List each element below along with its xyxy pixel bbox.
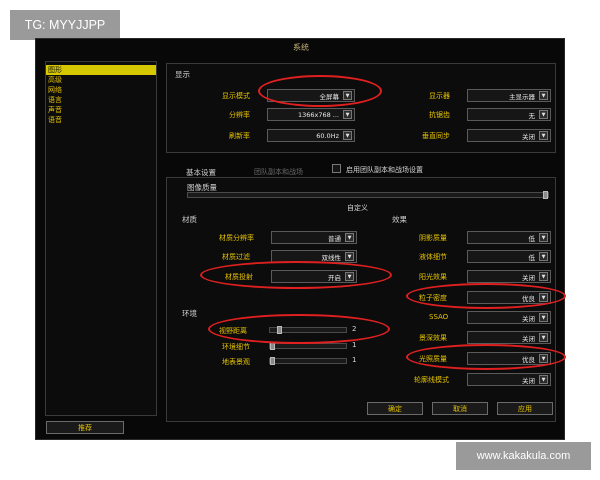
antialiasing-dropdown[interactable]: 无 ▼ [467,108,551,121]
depth-effect-dropdown[interactable]: 关闭 ▼ [467,331,551,344]
vsync-label: 垂直同步 [422,132,450,140]
texture-resolution-label: 材质分辨率 [219,234,254,242]
sidebar-item-language[interactable]: 语言 [46,95,156,105]
chevron-down-icon: ▼ [539,272,548,281]
highlight-ring-particle-density [406,283,566,309]
refresh-rate-label: 刷新率 [229,132,250,140]
antialiasing-value: 无 [528,111,536,120]
window-title: 系统 [293,42,309,52]
chevron-down-icon: ▼ [539,333,548,342]
ground-clutter-label: 地表景观 [222,358,250,366]
environment-detail-label: 环境细节 [222,343,250,351]
texture-filter-value: 双线性 [321,253,342,262]
liquid-detail-label: 液体细节 [419,253,447,261]
outline-mode-value: 关闭 [522,376,535,385]
sidebar-item-voice[interactable]: 语音 [46,115,156,125]
texture-filter-label: 材质过滤 [222,253,250,261]
chevron-down-icon: ▼ [539,131,548,140]
chevron-down-icon: ▼ [345,252,354,261]
ssao-label: SSAO [429,313,449,321]
vsync-value: 关闭 [522,132,535,141]
texture-resolution-dropdown[interactable]: 普通 ▼ [271,231,357,244]
effects-header: 效果 [392,215,407,224]
ssao-dropdown[interactable]: 关闭 ▼ [467,311,551,324]
image-quality-slider-handle[interactable] [543,191,548,199]
watermark-top: TG: MYYJJPP [10,10,120,40]
chevron-down-icon: ▼ [539,110,548,119]
ground-clutter-slider-handle[interactable] [270,357,275,365]
refresh-rate-value: 60.0Hz [316,131,339,140]
monitor-dropdown[interactable]: 主显示器 ▼ [467,89,551,102]
outline-mode-label: 轮廓线模式 [414,376,449,384]
sunshafts-label: 阳光效果 [419,273,447,281]
apply-button[interactable]: 应用 [497,402,553,415]
watermark-bottom: www.kakakula.com [456,442,591,470]
cancel-button[interactable]: 取消 [432,402,488,415]
depth-effect-value: 关闭 [522,334,535,343]
environment-header: 环境 [182,309,197,318]
highlight-ring-lighting-quality [406,344,566,370]
sunshafts-dropdown[interactable]: 关闭 ▼ [467,270,551,283]
display-mode-label: 显示模式 [222,92,250,100]
resolution-label: 分辨率 [229,111,250,119]
shadow-quality-dropdown[interactable]: 低 ▼ [467,231,551,244]
outline-mode-dropdown[interactable]: 关闭 ▼ [467,373,551,386]
environment-detail-value: 1 [352,341,357,349]
ground-clutter-value: 1 [352,356,357,364]
chevron-down-icon: ▼ [539,375,548,384]
system-settings-window: 系统 图形 高级 网络 语言 声音 语音 推荐 显示 显示模式 全屏幕 ▼ 分辨… [35,38,566,440]
chevron-down-icon: ▼ [343,131,352,140]
highlight-ring-view-distance [208,314,390,344]
quality-preset-label: 自定义 [347,204,368,212]
raid-settings-checkbox[interactable] [332,164,341,173]
ground-clutter-slider[interactable] [269,357,347,365]
refresh-rate-dropdown[interactable]: 60.0Hz ▼ [267,129,355,142]
display-header: 显示 [175,70,190,79]
texture-resolution-value: 普通 [328,234,341,243]
recommend-button[interactable]: 推荐 [46,421,124,434]
sidebar-item-network[interactable]: 网络 [46,85,156,95]
depth-effect-label: 景深效果 [419,334,447,342]
chevron-down-icon: ▼ [345,233,354,242]
monitor-label: 显示器 [429,92,450,100]
chevron-down-icon: ▼ [539,313,548,322]
shadow-quality-value: 低 [528,234,536,243]
sidebar-item-sound[interactable]: 声音 [46,105,156,115]
monitor-value: 主显示器 [509,92,535,101]
highlight-ring-display-mode [258,75,382,107]
tab-raid-battleground[interactable]: 团队副本和战场 [254,167,303,177]
highlight-ring-texture-projection [200,261,392,289]
ssao-value: 关闭 [522,314,535,323]
image-quality-slider[interactable] [187,191,549,199]
shadow-quality-label: 阴影质量 [419,234,447,242]
resolution-value: 1366x768 ... [297,110,339,119]
antialiasing-label: 抗锯齿 [429,111,450,119]
vsync-dropdown[interactable]: 关闭 ▼ [467,129,551,142]
sidebar-item-graphics[interactable]: 图形 [46,65,156,75]
display-panel: 显示 显示模式 全屏幕 ▼ 分辨率 1366x768 ... ▼ 刷新率 60.… [166,63,556,153]
liquid-detail-value: 低 [528,253,536,262]
texture-header: 材质 [182,215,197,224]
sunshafts-value: 关闭 [522,273,535,282]
sidebar-item-advanced[interactable]: 高级 [46,75,156,85]
chevron-down-icon: ▼ [539,252,548,261]
liquid-detail-dropdown[interactable]: 低 ▼ [467,250,551,263]
resolution-dropdown[interactable]: 1366x768 ... ▼ [267,108,355,121]
chevron-down-icon: ▼ [343,110,352,119]
category-sidebar: 图形 高级 网络 语言 声音 语音 [45,61,157,416]
chevron-down-icon: ▼ [539,233,548,242]
chevron-down-icon: ▼ [539,91,548,100]
ok-button[interactable]: 确定 [367,402,423,415]
raid-settings-checkbox-label: 启用团队副本和战场设置 [346,166,423,174]
